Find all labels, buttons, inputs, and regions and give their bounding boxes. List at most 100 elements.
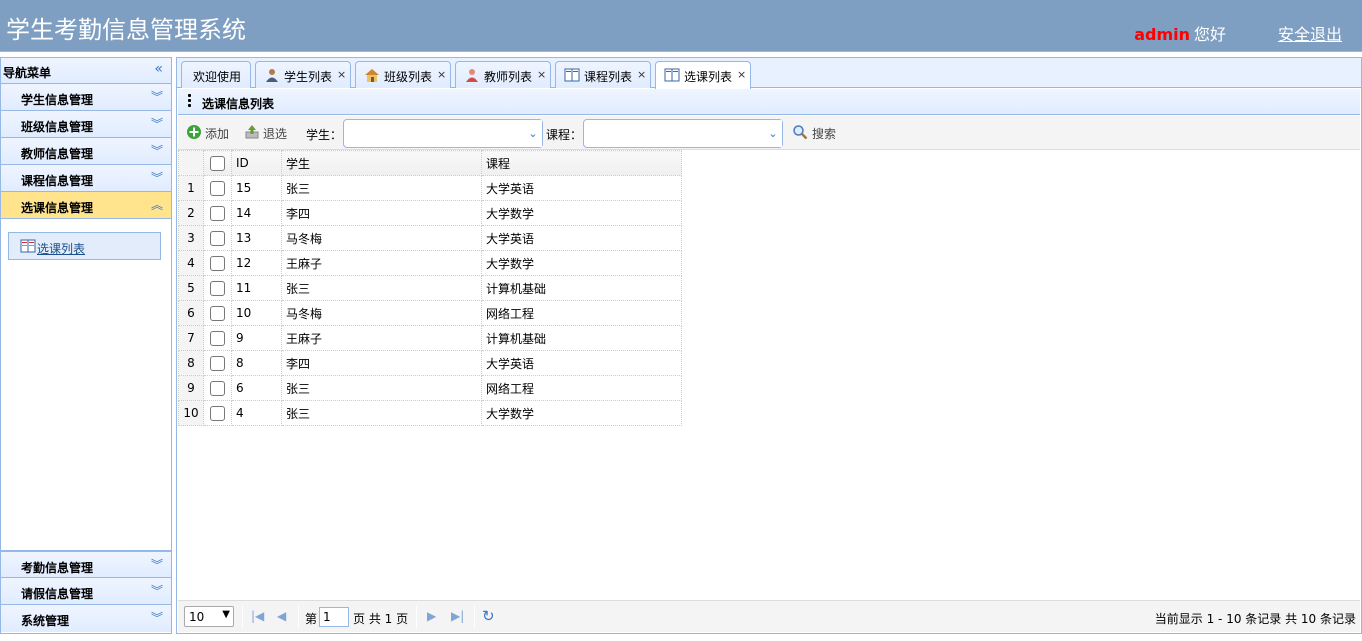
cell-id: 15 bbox=[231, 175, 282, 201]
row-checkbox-cell bbox=[203, 225, 232, 251]
table-row[interactable]: 9 6 张三 网络工程 bbox=[178, 375, 682, 401]
table-row[interactable]: 4 12 王麻子 大学数学 bbox=[178, 250, 682, 276]
nav-section-attendance[interactable]: 考勤信息管理 ︾ bbox=[1, 551, 171, 578]
tab-welcome[interactable]: 欢迎使用 bbox=[181, 61, 251, 88]
row-checkbox[interactable] bbox=[210, 230, 225, 246]
page-size-select[interactable]: 10 ▼ bbox=[184, 606, 234, 627]
nav-section-leave[interactable]: 请假信息管理 ︾ bbox=[1, 578, 171, 605]
add-button[interactable]: 添加 bbox=[186, 122, 234, 142]
collapse-left-icon[interactable]: « bbox=[154, 61, 163, 77]
row-number: 5 bbox=[178, 275, 204, 301]
cell-student: 王麻子 bbox=[281, 325, 482, 351]
user-greeting: admin 您好 bbox=[1134, 21, 1226, 45]
page-size-value: 10 bbox=[189, 610, 205, 624]
table-body: 1 15 张三 大学英语 2 14 李四 大学数学 3 13 马冬梅 大学英语 4 12 王麻子 大学数学 5 1… bbox=[178, 175, 682, 426]
divider bbox=[416, 606, 417, 628]
row-checkbox[interactable] bbox=[210, 380, 225, 396]
prev-page-icon[interactable]: ◀ bbox=[277, 609, 286, 623]
first-page-icon[interactable]: |◀ bbox=[251, 609, 264, 623]
sidebar-item-label: 选课列表 bbox=[37, 242, 86, 256]
row-number: 10 bbox=[178, 400, 204, 426]
cell-id: 14 bbox=[231, 200, 282, 226]
tab-label: 欢迎使用 bbox=[193, 70, 242, 84]
nav-section-teachers[interactable]: 教师信息管理 ︾ bbox=[1, 138, 171, 165]
drop-button[interactable]: 退选 bbox=[244, 122, 294, 142]
row-checkbox[interactable] bbox=[210, 355, 225, 371]
table-row[interactable]: 2 14 李四 大学数学 bbox=[178, 200, 682, 226]
table-row[interactable]: 8 8 李四 大学英语 bbox=[178, 350, 682, 376]
plus-icon bbox=[187, 125, 201, 139]
chevron-down-icon: ︾ bbox=[150, 558, 163, 572]
cell-course: 大学数学 bbox=[481, 400, 682, 426]
nav-section-label: 课程信息管理 bbox=[21, 174, 94, 188]
row-checkbox[interactable] bbox=[210, 405, 225, 421]
row-checkbox[interactable] bbox=[210, 180, 225, 196]
row-checkbox[interactable] bbox=[210, 280, 225, 296]
search-button[interactable]: 搜索 bbox=[792, 122, 844, 142]
table-row[interactable]: 1 15 张三 大学英语 bbox=[178, 175, 682, 201]
table-row[interactable]: 7 9 王麻子 计算机基础 bbox=[178, 325, 682, 351]
select-all-checkbox-cell bbox=[203, 150, 232, 176]
tab-class-list[interactable]: 班级列表 × bbox=[355, 61, 451, 88]
close-icon[interactable]: × bbox=[737, 68, 746, 81]
nav-bottom-sections: 考勤信息管理 ︾ 请假信息管理 ︾ 系统管理 ︾ bbox=[1, 551, 171, 632]
pagination-bar: 10 ▼ |◀ ◀ 第 1 页 共 1 页 ▶ ▶| ↻ 当前显示 1 - 10… bbox=[178, 600, 1360, 632]
chevron-down-icon: ︾ bbox=[150, 584, 163, 598]
more-vertical-icon bbox=[188, 94, 192, 109]
select-all-checkbox[interactable] bbox=[210, 155, 225, 171]
table-row[interactable]: 3 13 马冬梅 大学英语 bbox=[178, 225, 682, 251]
column-header-student[interactable]: 学生 bbox=[281, 150, 482, 176]
logout-link[interactable]: 安全退出 bbox=[1278, 21, 1342, 45]
table-row[interactable]: 6 10 马冬梅 网络工程 bbox=[178, 300, 682, 326]
nav-section-enrollment[interactable]: 选课信息管理 ︽ bbox=[1, 192, 171, 219]
nav-section-classes[interactable]: 班级信息管理 ︾ bbox=[1, 111, 171, 138]
table-row[interactable]: 10 4 张三 大学数学 bbox=[178, 400, 682, 426]
course-combobox[interactable]: ⌄ bbox=[583, 119, 783, 148]
row-checkbox[interactable] bbox=[210, 205, 225, 221]
app-title: 学生考勤信息管理系统 bbox=[6, 16, 246, 44]
tab-teacher-list[interactable]: 教师列表 × bbox=[455, 61, 551, 88]
close-icon[interactable]: × bbox=[437, 68, 446, 81]
column-header-id[interactable]: ID bbox=[231, 150, 282, 176]
panel-title: 选课信息列表 bbox=[202, 97, 275, 111]
nav-section-courses[interactable]: 课程信息管理 ︾ bbox=[1, 165, 171, 192]
row-checkbox[interactable] bbox=[210, 255, 225, 271]
book-icon bbox=[20, 239, 36, 253]
row-checkbox[interactable] bbox=[210, 305, 225, 321]
close-icon[interactable]: × bbox=[637, 68, 646, 81]
last-page-icon[interactable]: ▶| bbox=[451, 609, 464, 623]
greeting-text: 您好 bbox=[1193, 25, 1226, 44]
student-combobox[interactable]: ⌄ bbox=[343, 119, 543, 148]
row-number: 2 bbox=[178, 200, 204, 226]
refresh-icon[interactable]: ↻ bbox=[482, 607, 495, 625]
cell-course: 大学数学 bbox=[481, 250, 682, 276]
cell-student: 张三 bbox=[281, 400, 482, 426]
panel-header: 选课信息列表 bbox=[178, 89, 1360, 115]
column-header-course[interactable]: 课程 bbox=[481, 150, 682, 176]
enrollment-table: ID 学生 课程 1 15 张三 大学英语 2 14 李四 大学数学 3 13 马冬梅 大学英语 4 12… bbox=[178, 150, 682, 426]
close-icon[interactable]: × bbox=[337, 68, 346, 81]
book-icon bbox=[564, 68, 580, 82]
tab-label: 课程列表 bbox=[584, 70, 633, 84]
chevron-down-icon: ⌄ bbox=[524, 120, 542, 147]
row-checkbox[interactable] bbox=[210, 330, 225, 346]
row-checkbox-cell bbox=[203, 175, 232, 201]
nav-section-label: 请假信息管理 bbox=[21, 587, 94, 601]
table-header-row: ID 学生 课程 bbox=[178, 150, 682, 176]
close-icon[interactable]: × bbox=[537, 68, 546, 81]
sidebar-item-enrollment-list[interactable]: 选课列表 bbox=[8, 232, 161, 260]
nav-section-label: 选课信息管理 bbox=[21, 201, 94, 215]
nav-section-label: 系统管理 bbox=[21, 614, 70, 628]
tab-label: 班级列表 bbox=[384, 70, 433, 84]
tab-enrollment-list[interactable]: 选课列表 × bbox=[655, 61, 751, 89]
nav-section-system[interactable]: 系统管理 ︾ bbox=[1, 605, 171, 632]
nav-section-students[interactable]: 学生信息管理 ︾ bbox=[1, 84, 171, 111]
row-checkbox-cell bbox=[203, 400, 232, 426]
table-row[interactable]: 5 11 张三 计算机基础 bbox=[178, 275, 682, 301]
next-page-icon[interactable]: ▶ bbox=[427, 609, 436, 623]
page-number-input[interactable]: 1 bbox=[319, 607, 349, 627]
tab-student-list[interactable]: 学生列表 × bbox=[255, 61, 351, 88]
search-icon bbox=[793, 125, 808, 140]
cell-student: 马冬梅 bbox=[281, 225, 482, 251]
tab-course-list[interactable]: 课程列表 × bbox=[555, 61, 651, 88]
